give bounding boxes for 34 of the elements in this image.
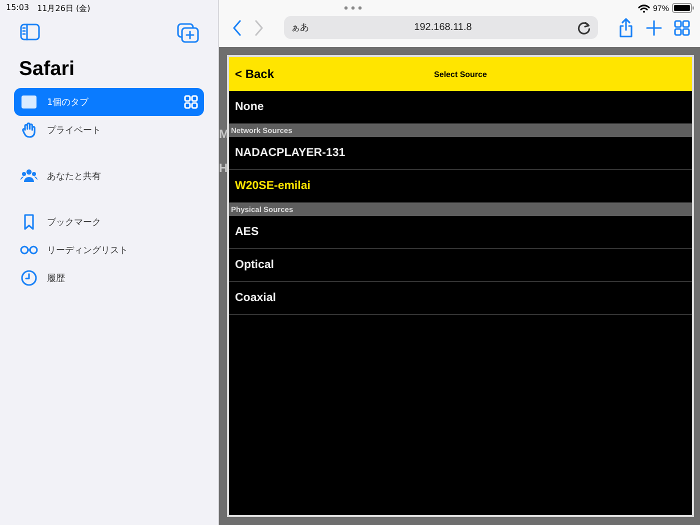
more-icon[interactable] (344, 6, 362, 10)
wifi-icon (638, 4, 650, 12)
url-text: 192.168.11.8 (413, 22, 473, 33)
people-icon (20, 167, 38, 185)
sidebar-item[interactable]: プライベート (14, 116, 204, 144)
sidebar-item[interactable]: あなたと共有 (14, 162, 204, 190)
tab-icon (20, 93, 38, 111)
grid-icon (184, 95, 198, 109)
tabs-grid-icon[interactable] (674, 20, 690, 36)
back-icon[interactable] (232, 20, 242, 36)
battery-icon (672, 3, 694, 13)
source-item[interactable]: NADACPLAYER-131 (229, 137, 692, 170)
battery-percentage: 97% (652, 4, 669, 12)
source-item[interactable]: Optical (229, 249, 692, 282)
sidebar-item[interactable]: リーディングリスト (14, 236, 204, 264)
page-letter: H (219, 161, 229, 175)
back-button[interactable]: < Back (235, 67, 295, 81)
dialog-title: Select Source (433, 70, 488, 78)
sidebar-title: Safari (18, 57, 76, 82)
new-tab-icon[interactable] (177, 23, 199, 45)
reload-icon[interactable] (577, 20, 591, 34)
status-time: 15:03 (6, 3, 30, 14)
address-bar[interactable]: ぁあ 192.168.11.8 (284, 16, 598, 39)
plus-icon[interactable] (646, 20, 662, 36)
sidebar-item[interactable]: 1個のタブ (14, 88, 204, 116)
source-item[interactable]: AES (229, 216, 692, 249)
sidebar-item[interactable]: 履歴 (14, 264, 204, 292)
sidebar-item[interactable]: ブックマーク (14, 208, 204, 236)
text-size-button[interactable]: ぁあ (291, 21, 309, 34)
source-item[interactable]: Coaxial (229, 282, 692, 315)
hand-icon (20, 121, 38, 139)
clock-icon (20, 269, 38, 287)
share-icon[interactable] (618, 18, 634, 38)
status-date: 11月26日 (金) (37, 3, 90, 15)
